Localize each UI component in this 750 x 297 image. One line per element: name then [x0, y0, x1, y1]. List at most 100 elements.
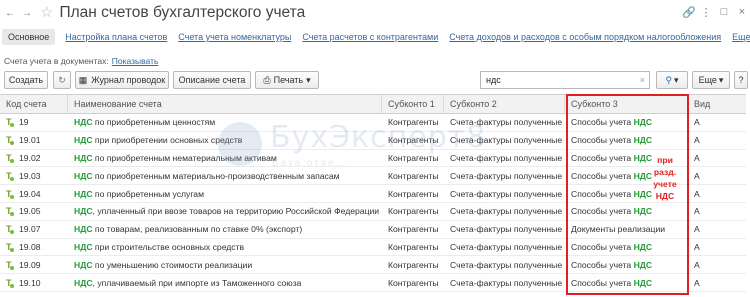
tab-nomenclature-accounts[interactable]: Счета учета номенклатуры	[178, 32, 291, 42]
tab-main[interactable]: Основное	[2, 29, 56, 45]
cell-sub1: Контрагенты	[388, 259, 439, 270]
cell-name-rest: при строительстве основных средств	[92, 241, 245, 252]
cell-name: НДС по приобретенным материально-произво…	[68, 167, 382, 184]
account-icon: T	[6, 278, 16, 288]
account-icon: T	[6, 153, 16, 163]
journal-icon: ▦	[78, 74, 88, 85]
cell-code: T 19.02	[0, 150, 68, 167]
cell-code-value: 19.09	[19, 259, 41, 270]
tab-income-expense-accounts[interactable]: Счета доходов и расходов с особым порядк…	[449, 32, 721, 42]
cell-code: T 19.07	[0, 221, 68, 238]
cell-kind: А	[694, 188, 700, 199]
cell-name: НДС при приобретении основных средств	[68, 132, 382, 149]
cell-sub1: Контрагенты	[388, 241, 439, 252]
link-icon[interactable]: 🔗	[682, 6, 696, 19]
star-icon[interactable]: ☆	[40, 3, 53, 21]
cell-sub2: Счета-фактуры полученные	[450, 224, 563, 235]
tab-more-label: Еще	[732, 31, 750, 42]
cell-sub1: Контрагенты	[388, 277, 439, 288]
cell-name-rest: по приобретенным материально-производств…	[92, 170, 340, 181]
tab-plan-settings[interactable]: Настройка плана счетов	[65, 32, 167, 42]
cell-name-highlight: НДС	[74, 170, 93, 181]
maximize-icon[interactable]: □	[718, 6, 730, 19]
help-button[interactable]: ?	[734, 71, 748, 89]
cell-code-value: 19.01	[19, 135, 41, 146]
account-icon: T	[6, 224, 16, 235]
cell-name-rest: при приобретении основных средств	[92, 135, 243, 146]
cell-code: T 19.05	[0, 203, 68, 220]
col-header-kind[interactable]: Вид	[688, 95, 746, 113]
search-input-value: ндс	[486, 75, 501, 85]
cell-code-value: 19.10	[19, 277, 41, 288]
close-icon[interactable]: ×	[736, 6, 748, 19]
arrow-right-icon[interactable]: →	[20, 6, 34, 20]
cell-kind: А	[694, 117, 700, 128]
show-link[interactable]: Показывать	[112, 56, 159, 66]
cell-code-value: 19.04	[19, 188, 41, 199]
arrow-left-icon[interactable]: ←	[3, 6, 17, 20]
cell-sub2: Счета-фактуры полученные	[450, 117, 563, 128]
col-header-sub1[interactable]: Субконто 1	[382, 95, 444, 113]
tab-counterparty-accounts[interactable]: Счета расчетов с контрагентами	[302, 32, 438, 42]
cell-sub2: Счета-фактуры полученные	[450, 170, 563, 181]
cell-name-highlight: НДС	[74, 188, 93, 199]
cell-code-value: 19.02	[19, 152, 41, 163]
cell-name-highlight: НДС	[74, 224, 93, 235]
annotation-line: при	[657, 155, 673, 165]
journal-button[interactable]: ▦ Журнал проводок	[75, 71, 169, 89]
tab-more[interactable]: Еще ▾	[732, 32, 750, 43]
cell-sub2: Счета-фактуры полученные	[450, 277, 563, 288]
cell-code: T 19.03	[0, 167, 68, 184]
more-vert-icon[interactable]: ⋮	[700, 6, 712, 19]
account-icon: T	[6, 260, 16, 270]
docs-accounts-line: Счета учета в документах: Показывать	[4, 56, 158, 66]
description-button[interactable]: Описание счета	[173, 71, 251, 89]
cell-name-highlight: НДС	[74, 241, 93, 252]
col-header-name[interactable]: Наименование счета	[68, 95, 382, 113]
cell-name-rest: по товарам, реализованным по ставке 0% (…	[92, 224, 303, 235]
cell-name: НДС по приобретенным нематериальным акти…	[68, 150, 382, 167]
cell-name: НДС по приобретенным услугам	[68, 185, 382, 202]
cell-kind: А	[694, 241, 700, 252]
account-icon: T	[6, 189, 16, 199]
account-icon: T	[6, 117, 16, 128]
col-header-sub2[interactable]: Субконто 2	[444, 95, 565, 113]
search-input[interactable]: ндс ×	[480, 71, 650, 89]
cell-name-highlight: НДС	[74, 152, 93, 163]
cell-name-rest: по приобретенным ценностям	[92, 117, 216, 128]
annotation-line: разд.	[653, 167, 677, 177]
cell-code: T 19.08	[0, 239, 68, 256]
col-header-code[interactable]: Код счета	[0, 95, 68, 113]
search-button[interactable]: ⚲ ▾	[656, 71, 688, 89]
annotation-text: при разд. учете НДС	[650, 154, 680, 202]
cell-name-rest: , уплаченный при ввозе товаров на террит…	[92, 206, 380, 217]
cell-name-highlight: НДС	[74, 206, 93, 217]
cell-name-rest: по приобретенным услугам	[92, 188, 204, 199]
refresh-icon[interactable]: ↻	[53, 71, 71, 89]
cell-code: T 19.04	[0, 185, 68, 202]
annotation-line: НДС	[655, 191, 675, 201]
account-icon: T	[6, 242, 16, 252]
account-icon: T	[6, 171, 16, 181]
cell-sub1: Контрагенты	[388, 170, 439, 181]
cell-name: НДС по уменьшению стоимости реализации	[68, 256, 382, 273]
printer-icon: ⎙	[263, 74, 271, 85]
cell-code: T 19.10	[0, 274, 68, 291]
cell-kind: А	[694, 135, 700, 146]
cell-name: НДС, уплаченный при ввозе товаров на тер…	[68, 203, 382, 220]
cell-code-value: 19.08	[19, 241, 41, 252]
cell-code-value: 19.05	[19, 206, 41, 217]
cell-sub1: Контрагенты	[388, 117, 439, 128]
tabs-bar: Основное Настройка плана счетов Счета уч…	[0, 28, 750, 46]
cell-name: НДС по приобретенным ценностям	[68, 114, 382, 131]
cell-code-value: 19.03	[19, 170, 41, 181]
clear-icon[interactable]: ×	[640, 75, 645, 85]
docs-accounts-label: Счета учета в документах:	[4, 56, 109, 66]
chevron-down-icon: ▾	[718, 74, 724, 85]
cell-code: T 19	[0, 114, 68, 131]
create-button[interactable]: Создать	[4, 71, 48, 89]
more-button-label: Еще	[698, 75, 717, 85]
cell-sub1: Контрагенты	[388, 188, 439, 199]
more-button[interactable]: Еще ▾	[692, 71, 730, 89]
print-button[interactable]: ⎙ Печать ▾	[255, 71, 319, 89]
